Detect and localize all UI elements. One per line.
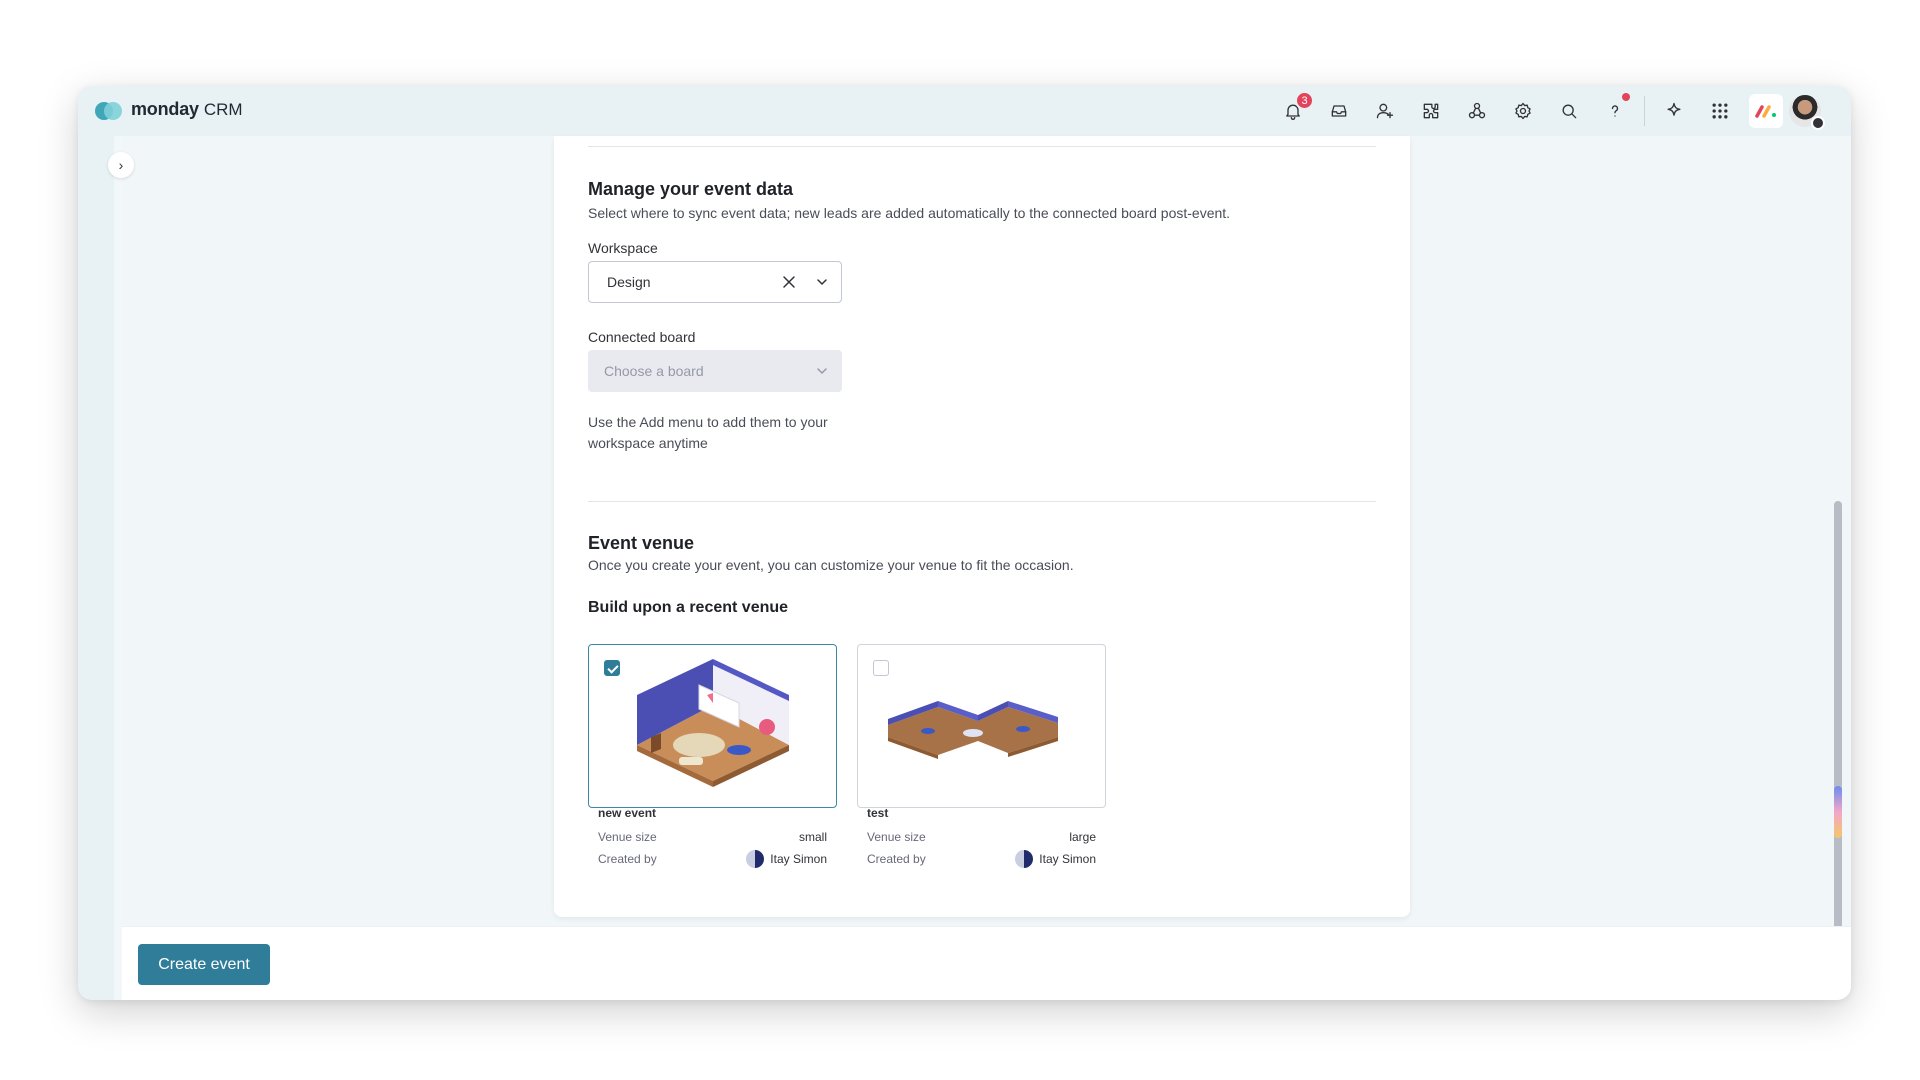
created-by-label: Created by bbox=[867, 852, 926, 866]
inbox-icon bbox=[1331, 105, 1347, 117]
venue-size-label: Venue size bbox=[867, 830, 926, 844]
invite-user-icon bbox=[1376, 103, 1394, 119]
creator: Itay Simon bbox=[1015, 850, 1096, 868]
search-icon bbox=[1562, 104, 1577, 119]
chevron-down-icon bbox=[817, 279, 827, 286]
help-icon bbox=[1611, 105, 1619, 117]
event-settings-panel: Manage your event data Select where to s… bbox=[554, 136, 1410, 917]
created-by-label: Created by bbox=[598, 852, 657, 866]
app-window: monday CRM 3 › Manage your event data Se… bbox=[78, 86, 1851, 1000]
creator-name: Itay Simon bbox=[770, 852, 827, 866]
board-hint: Use the Add menu to add them to your wor… bbox=[588, 414, 828, 451]
clear-icon[interactable] bbox=[781, 274, 797, 290]
venue-card-new-event[interactable] bbox=[588, 644, 837, 808]
venue-size-value: large bbox=[1069, 830, 1096, 844]
avatar-status-icon bbox=[1811, 116, 1825, 130]
user-avatar[interactable] bbox=[1789, 95, 1825, 130]
create-event-button[interactable]: Create event bbox=[138, 944, 270, 985]
venue-card-test[interactable] bbox=[857, 644, 1106, 808]
section-divider bbox=[588, 501, 1376, 502]
integrations-button[interactable] bbox=[1454, 86, 1500, 136]
venue-small-room-image bbox=[637, 659, 789, 787]
monday-mark-icon bbox=[1755, 105, 1776, 118]
help-button[interactable] bbox=[1592, 86, 1638, 136]
connected-board-select[interactable]: Choose a board bbox=[588, 350, 842, 392]
help-indicator-dot bbox=[1622, 93, 1630, 101]
recent-venue-subtitle: Build upon a recent venue bbox=[588, 599, 789, 616]
notifications-badge: 3 bbox=[1295, 91, 1314, 110]
monday-logo-icon bbox=[95, 100, 122, 120]
vertical-scrollbar[interactable] bbox=[1834, 501, 1842, 947]
left-sidebar-collapsed bbox=[78, 136, 122, 1000]
notifications-button[interactable]: 3 bbox=[1270, 86, 1316, 136]
creator-avatar bbox=[746, 850, 765, 868]
app-switcher-icon bbox=[1712, 103, 1728, 119]
venue-size-row: Venue size small bbox=[598, 826, 827, 848]
workspace-value: Design bbox=[607, 274, 651, 290]
venue-meta-test: test Venue size large Created by Itay Si… bbox=[867, 806, 1096, 870]
creator: Itay Simon bbox=[746, 850, 827, 868]
chevron-right-icon: › bbox=[118, 157, 124, 173]
apps-marketplace-button[interactable] bbox=[1408, 86, 1454, 136]
integrations-icon bbox=[1468, 102, 1486, 119]
venue-checkbox[interactable] bbox=[604, 660, 620, 676]
venue-size-value: small bbox=[798, 830, 827, 844]
chevron-down-icon bbox=[817, 368, 827, 375]
venue-large-hall-image bbox=[888, 701, 1058, 759]
event-venue-description: Once you create your event, you can cust… bbox=[588, 557, 1074, 573]
header-actions: 3 bbox=[1270, 86, 1825, 136]
event-venue-title: Event venue bbox=[588, 533, 695, 553]
monday-product-switcher[interactable] bbox=[1749, 94, 1783, 128]
brand-name: monday bbox=[131, 99, 199, 119]
workspace-label: Workspace bbox=[588, 240, 658, 256]
settings-button[interactable] bbox=[1500, 86, 1546, 136]
ai-assistant-button[interactable] bbox=[1651, 86, 1697, 136]
top-bar: monday CRM 3 bbox=[78, 86, 1851, 136]
venue-name: new event bbox=[598, 806, 657, 820]
app-switcher-button[interactable] bbox=[1697, 86, 1743, 136]
ai-sparkle-icon bbox=[1667, 102, 1681, 116]
inbox-button[interactable] bbox=[1316, 86, 1362, 136]
invite-members-button[interactable] bbox=[1362, 86, 1408, 136]
settings-icon bbox=[1515, 102, 1531, 120]
header-separator bbox=[1644, 96, 1645, 126]
section-divider bbox=[588, 146, 1376, 147]
manage-data-description: Select where to sync event data; new lea… bbox=[588, 205, 1231, 221]
venue-name: test bbox=[867, 806, 889, 820]
brand[interactable]: monday CRM bbox=[95, 99, 243, 120]
venue-meta-new-event: new event Venue size small Created by It… bbox=[598, 806, 827, 870]
footer-bar bbox=[122, 926, 1851, 1000]
creator-name: Itay Simon bbox=[1039, 852, 1096, 866]
venue-checkbox[interactable] bbox=[873, 660, 889, 676]
venue-size-row: Venue size large bbox=[867, 826, 1096, 848]
brand-product: CRM bbox=[203, 99, 243, 119]
connected-board-label: Connected board bbox=[588, 329, 696, 345]
scroll-accent-indicator bbox=[1834, 786, 1842, 838]
manage-data-title: Manage your event data bbox=[588, 179, 794, 199]
creator-avatar bbox=[1015, 850, 1034, 868]
board-placeholder: Choose a board bbox=[604, 363, 704, 379]
created-by-row: Created by Itay Simon bbox=[598, 848, 827, 870]
created-by-row: Created by Itay Simon bbox=[867, 848, 1096, 870]
expand-sidebar-button[interactable]: › bbox=[108, 152, 134, 178]
search-button[interactable] bbox=[1546, 86, 1592, 136]
apps-icon bbox=[1423, 103, 1439, 119]
venue-size-label: Venue size bbox=[598, 830, 657, 844]
workspace-select[interactable]: Design bbox=[588, 261, 842, 303]
